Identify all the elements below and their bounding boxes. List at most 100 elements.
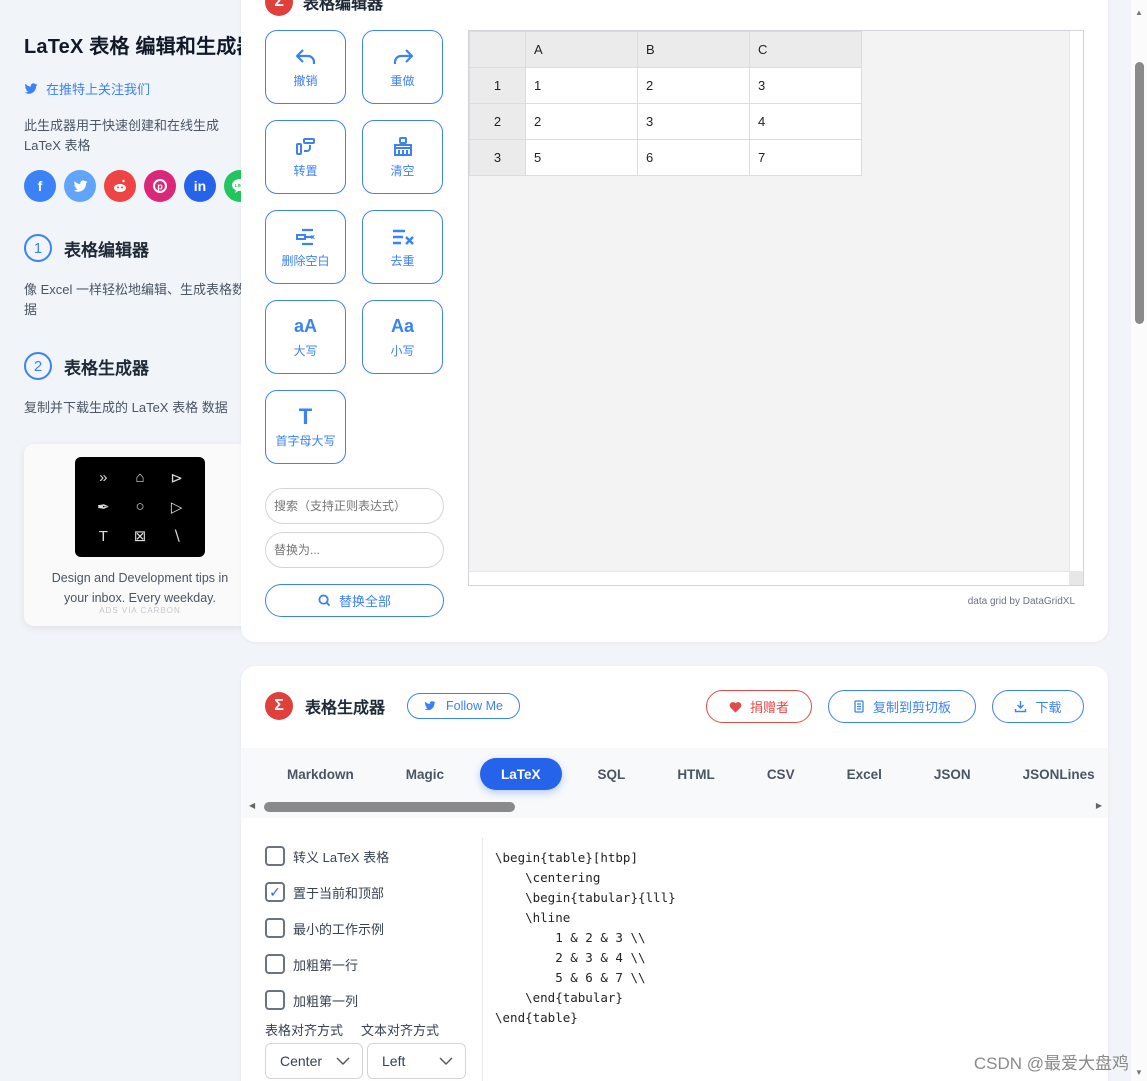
- option-minimal-example[interactable]: 最小的工作示例: [265, 910, 389, 946]
- grid-corner-cell[interactable]: [469, 31, 526, 68]
- grid-table: A B C 1 1 2 3 2 2 3 4 3 5 6 7: [469, 31, 862, 176]
- step-number-badge: 1: [24, 234, 52, 262]
- divider: [482, 838, 483, 1081]
- download-button[interactable]: 下载: [992, 690, 1084, 723]
- transpose-button[interactable]: 转置: [265, 120, 346, 194]
- chevron-down-icon: [439, 1057, 453, 1065]
- grid-horizontal-scrollbar[interactable]: [469, 571, 1069, 585]
- data-grid[interactable]: A B C 1 1 2 3 2 2 3 4 3 5 6 7: [468, 30, 1084, 586]
- chevrons-icon: »: [99, 469, 108, 487]
- tab-html[interactable]: HTML: [661, 758, 731, 790]
- checkbox-checked[interactable]: ✓: [265, 882, 285, 902]
- option-escape-latex[interactable]: 转义 LaTeX 表格: [265, 838, 389, 874]
- scroll-down-arrow-icon[interactable]: ▼: [1135, 1068, 1143, 1077]
- scroll-right-arrow-icon[interactable]: ▶: [1096, 801, 1102, 810]
- uppercase-button[interactable]: aA 大写: [265, 300, 346, 374]
- csdn-watermark: CSDN @最爱大盘鸡: [973, 1054, 1129, 1073]
- ad-text[interactable]: Design and Development tips in your inbo…: [24, 568, 256, 608]
- option-place-here-top[interactable]: ✓ 置于当前和顶部: [265, 874, 389, 910]
- linkedin-icon: in: [193, 178, 207, 194]
- redo-button[interactable]: 重做: [362, 30, 443, 104]
- page-scrollbar[interactable]: ▲ ▼: [1131, 0, 1147, 1081]
- redo-icon: [392, 46, 414, 68]
- remove-blank-label: 删除空白: [281, 253, 330, 268]
- text-tool-icon: T: [98, 527, 108, 545]
- step-description: 复制并下载生成的 LaTeX 表格 数据: [24, 400, 228, 415]
- column-header[interactable]: A: [525, 31, 638, 68]
- grid-cell[interactable]: 2: [637, 67, 750, 104]
- facebook-share-button[interactable]: f: [24, 170, 56, 202]
- tab-markdown[interactable]: Markdown: [271, 758, 370, 790]
- checkbox[interactable]: [265, 846, 285, 866]
- grid-cell[interactable]: 6: [637, 139, 750, 176]
- option-bold-first-row[interactable]: 加粗第一行: [265, 946, 389, 982]
- chevron-down-icon: [336, 1057, 350, 1065]
- dedupe-button[interactable]: 去重: [362, 210, 443, 284]
- grid-cell[interactable]: 3: [749, 67, 862, 104]
- replace-all-button[interactable]: 替换全部: [265, 584, 444, 617]
- grid-cell[interactable]: 3: [637, 103, 750, 140]
- twitter-follow-link[interactable]: 在推特上关注我们: [24, 79, 256, 98]
- tab-magic[interactable]: Magic: [390, 758, 460, 790]
- table-align-select[interactable]: Center: [265, 1043, 363, 1079]
- reddit-share-button[interactable]: [104, 170, 136, 202]
- latex-output-code[interactable]: \begin{table}[htbp] \centering \begin{ta…: [495, 848, 676, 1028]
- lowercase-icon: Aa: [390, 316, 414, 336]
- undo-button[interactable]: 撤销: [265, 30, 346, 104]
- ad-image[interactable]: » ⌂ ⊳ ✒ ○ ▷ T ⊠ ∖: [75, 457, 205, 557]
- clear-button[interactable]: 清空: [362, 120, 443, 194]
- twitter-icon: [73, 179, 87, 192]
- tab-latex[interactable]: LaTeX: [480, 758, 562, 790]
- checkbox[interactable]: [265, 918, 285, 938]
- follow-me-button[interactable]: Follow Me: [407, 693, 520, 719]
- tab-json[interactable]: JSON: [918, 758, 987, 790]
- copy-to-clipboard-button[interactable]: 复制到剪切板: [828, 690, 976, 723]
- sidebar: LaTeX 表格 编辑和生成器 在推特上关注我们 此生成器用于快速创建和在线生成…: [24, 30, 256, 418]
- scroll-up-arrow-icon[interactable]: ▲: [1135, 8, 1143, 17]
- grid-vertical-scrollbar[interactable]: [1069, 31, 1083, 571]
- grid-cell[interactable]: 1: [525, 67, 638, 104]
- search-input[interactable]: [265, 488, 444, 524]
- tab-excel[interactable]: Excel: [831, 758, 898, 790]
- checkbox[interactable]: [265, 990, 285, 1010]
- grid-cell[interactable]: 4: [749, 103, 862, 140]
- tab-csv[interactable]: CSV: [751, 758, 811, 790]
- datagrid-credit[interactable]: data grid by DataGridXL: [968, 596, 1075, 607]
- linkedin-share-button[interactable]: in: [184, 170, 216, 202]
- grid-cell[interactable]: 7: [749, 139, 862, 176]
- option-label: 加粗第一行: [293, 957, 359, 973]
- dedupe-icon: [391, 226, 415, 248]
- capitalize-button[interactable]: T 首字母大写: [265, 390, 346, 464]
- carbon-ad[interactable]: » ⌂ ⊳ ✒ ○ ▷ T ⊠ ∖ Design and Development…: [24, 444, 256, 626]
- page-scrollbar-thumb[interactable]: [1135, 62, 1144, 324]
- twitter-share-button[interactable]: [64, 170, 96, 202]
- replace-input[interactable]: [265, 532, 444, 568]
- grid-row: 1 1 2 3: [469, 67, 862, 104]
- scroll-left-arrow-icon[interactable]: ◀: [249, 801, 255, 810]
- lowercase-button[interactable]: Aa 小写: [362, 300, 443, 374]
- grid-header-row: A B C: [469, 31, 862, 68]
- grid-cell[interactable]: 5: [525, 139, 638, 176]
- grid-cell[interactable]: 2: [525, 103, 638, 140]
- column-header[interactable]: C: [749, 31, 862, 68]
- row-header[interactable]: 2: [469, 103, 526, 140]
- tab-sql[interactable]: SQL: [582, 758, 642, 790]
- checkbox[interactable]: [265, 954, 285, 974]
- option-label: 最小的工作示例: [293, 921, 385, 937]
- table-editor-card: Σ 表格编辑器 撤销 重做 转置 清空 x 删除空白 去重 aA 大写 Aa 小…: [241, 0, 1108, 642]
- redo-label: 重做: [390, 73, 415, 88]
- download-label: 下载: [1035, 700, 1062, 715]
- column-header[interactable]: B: [637, 31, 750, 68]
- tab-jsonlines[interactable]: JSONLines: [1007, 758, 1108, 790]
- svg-text:x: x: [311, 234, 315, 241]
- ad-via-label[interactable]: ADS VIA CARBON: [24, 606, 256, 615]
- text-align-select[interactable]: Left: [367, 1043, 466, 1079]
- remove-blank-button[interactable]: x 删除空白: [265, 210, 346, 284]
- row-header[interactable]: 3: [469, 139, 526, 176]
- pinterest-share-button[interactable]: p: [144, 170, 176, 202]
- row-header[interactable]: 1: [469, 67, 526, 104]
- tabs-scrollbar-thumb[interactable]: [264, 802, 515, 812]
- option-bold-first-column[interactable]: 加粗第一列: [265, 982, 389, 1018]
- download-icon: [1015, 701, 1027, 713]
- donate-button[interactable]: 捐赠者: [706, 690, 812, 723]
